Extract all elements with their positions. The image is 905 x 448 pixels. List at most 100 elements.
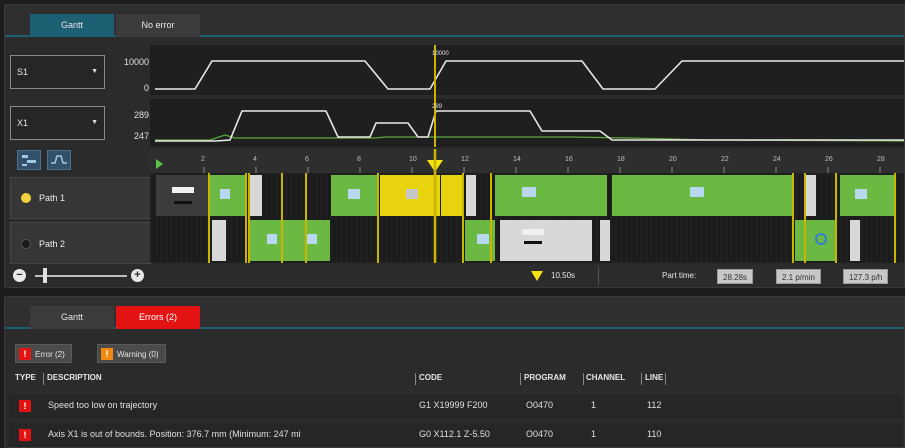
ruler-tick-label: 22 bbox=[721, 156, 729, 163]
tool-icon bbox=[406, 189, 418, 199]
row-program: O0470 bbox=[526, 429, 554, 439]
column-header-program[interactable]: PROGRAM bbox=[524, 373, 566, 382]
part-time-value: 28.28s bbox=[717, 269, 754, 284]
signal-select-s1[interactable]: S1 ▼ bbox=[10, 55, 105, 89]
path-1-label: Path 1 bbox=[39, 193, 66, 203]
signal-view-button[interactable] bbox=[47, 150, 71, 170]
ruler-tick-label: 24 bbox=[773, 156, 781, 163]
tab-no-error[interactable]: No error bbox=[116, 14, 200, 37]
zoom-in-icon[interactable]: + bbox=[131, 269, 144, 282]
ruler-tick-label: 8 bbox=[357, 156, 361, 163]
divider bbox=[598, 267, 599, 285]
tool-icon bbox=[174, 201, 192, 204]
path-2-block bbox=[500, 220, 592, 261]
tool-icon bbox=[477, 234, 489, 244]
path-1-block bbox=[466, 175, 476, 216]
column-divider bbox=[641, 373, 642, 385]
signal-select-value: X1 bbox=[17, 118, 29, 128]
path-1-block bbox=[156, 175, 208, 216]
part-time-label: Part time: bbox=[662, 271, 697, 280]
path-1-block bbox=[441, 175, 463, 216]
path-2-block bbox=[795, 220, 835, 261]
filter-errors-button[interactable]: ! Error (2) bbox=[15, 344, 72, 363]
path-1-block bbox=[840, 175, 896, 216]
waveform-icon bbox=[51, 155, 67, 164]
ruler-tick-label: 20 bbox=[669, 156, 677, 163]
row-channel: 1 bbox=[591, 400, 597, 410]
row-description: Speed too low on trajectory bbox=[48, 400, 158, 410]
ruler-tick-label: 10 bbox=[409, 156, 417, 163]
path-1-row[interactable]: Path 1 bbox=[10, 177, 152, 219]
zoom-slider-thumb[interactable] bbox=[43, 268, 47, 283]
signal-select-x1[interactable]: X1 ▼ bbox=[10, 106, 105, 140]
path-1-block bbox=[248, 175, 262, 216]
bottom-tab-bar: Gantt Errors (2) bbox=[5, 297, 904, 329]
rate-per-hour: 127.3 p/h bbox=[843, 269, 889, 284]
error-icon: ! bbox=[19, 348, 31, 360]
rate-per-minute: 2.1 p/min bbox=[776, 269, 821, 284]
table-row[interactable]: ! Speed too low on trajectory G1 X19999 … bbox=[9, 394, 902, 418]
row-program: O0470 bbox=[526, 400, 554, 410]
zoom-out-icon[interactable]: − bbox=[13, 269, 26, 282]
column-divider bbox=[415, 373, 416, 385]
cursor-marker-icon bbox=[531, 271, 543, 281]
ruler-tick-label: 6 bbox=[305, 156, 309, 163]
x1-axis-min: 247 bbox=[133, 131, 149, 141]
column-divider bbox=[583, 373, 584, 385]
x1-axis-max: 289 bbox=[133, 110, 149, 120]
cursor-time: 10.50s bbox=[551, 271, 576, 280]
s1-axis-max: 10000 bbox=[123, 57, 149, 67]
tool-icon bbox=[172, 187, 194, 193]
tool-icon bbox=[522, 229, 544, 235]
gantt-view-button[interactable] bbox=[17, 150, 41, 170]
warning-icon: ! bbox=[101, 348, 113, 360]
filter-warnings-label: Warning (0) bbox=[117, 350, 159, 359]
column-header-channel[interactable]: CHANNEL bbox=[586, 373, 625, 382]
table-row[interactable]: ! Axis X1 is out of bounds. Position: 37… bbox=[9, 423, 902, 447]
tab-gantt[interactable]: Gantt bbox=[30, 306, 114, 329]
column-header-line[interactable]: LINE bbox=[645, 373, 663, 382]
tool-icon bbox=[267, 234, 277, 244]
tab-gantt[interactable]: Gantt bbox=[30, 14, 114, 37]
row-code: G1 X19999 F200 bbox=[419, 400, 488, 410]
gantt-chart[interactable]: 10000 289 2 4 6 8 10 12 14 16 18 20 22 24 26 28 bbox=[150, 41, 905, 267]
s1-axis-min: 0 bbox=[143, 83, 149, 93]
error-icon: ! bbox=[19, 429, 31, 441]
signal-select-value: S1 bbox=[17, 67, 29, 77]
row-line: 110 bbox=[647, 429, 662, 439]
column-divider bbox=[43, 373, 44, 385]
row-line: 112 bbox=[647, 400, 662, 410]
zoom-slider-track[interactable] bbox=[35, 275, 127, 277]
path-2-dot-icon bbox=[21, 239, 31, 249]
column-header-type[interactable]: TYPE bbox=[15, 373, 36, 382]
column-divider bbox=[665, 373, 666, 385]
path-2-block bbox=[600, 220, 610, 261]
ruler-tick-label: 4 bbox=[253, 156, 257, 163]
gantt-icon bbox=[22, 155, 36, 166]
tab-errors[interactable]: Errors (2) bbox=[116, 306, 200, 329]
top-tab-bar: Gantt No error bbox=[5, 5, 904, 37]
path-1-block bbox=[806, 175, 816, 216]
chevron-down-icon: ▼ bbox=[91, 68, 98, 75]
time-ruler bbox=[150, 149, 904, 173]
column-header-code[interactable]: CODE bbox=[419, 373, 442, 382]
tool-icon bbox=[524, 241, 542, 244]
filter-errors-label: Error (2) bbox=[35, 350, 65, 359]
path-2-block bbox=[850, 220, 860, 261]
path-2-label: Path 2 bbox=[39, 239, 66, 249]
chevron-down-icon: ▼ bbox=[91, 119, 98, 126]
tool-icon bbox=[522, 187, 536, 197]
ruler-tick-label: 26 bbox=[825, 156, 833, 163]
path-1-block bbox=[495, 175, 607, 216]
ruler-tick-label: 18 bbox=[617, 156, 625, 163]
ruler-tick-label: 12 bbox=[461, 156, 469, 163]
errors-panel: Gantt Errors (2) ! Error (2) ! Warning (… bbox=[4, 296, 905, 448]
s1-plot-area bbox=[150, 45, 904, 95]
filter-warnings-button[interactable]: ! Warning (0) bbox=[97, 344, 166, 363]
path-2-block bbox=[212, 220, 226, 261]
gantt-panel: Gantt No error S1 ▼ X1 ▼ 10000 0 289 247… bbox=[4, 4, 905, 288]
column-header-description[interactable]: DESCRIPTION bbox=[47, 373, 102, 382]
path-1-dot-icon bbox=[21, 193, 31, 203]
row-description: Axis X1 is out of bounds. Position: 376.… bbox=[48, 429, 301, 439]
path-2-row[interactable]: Path 2 bbox=[10, 222, 152, 264]
